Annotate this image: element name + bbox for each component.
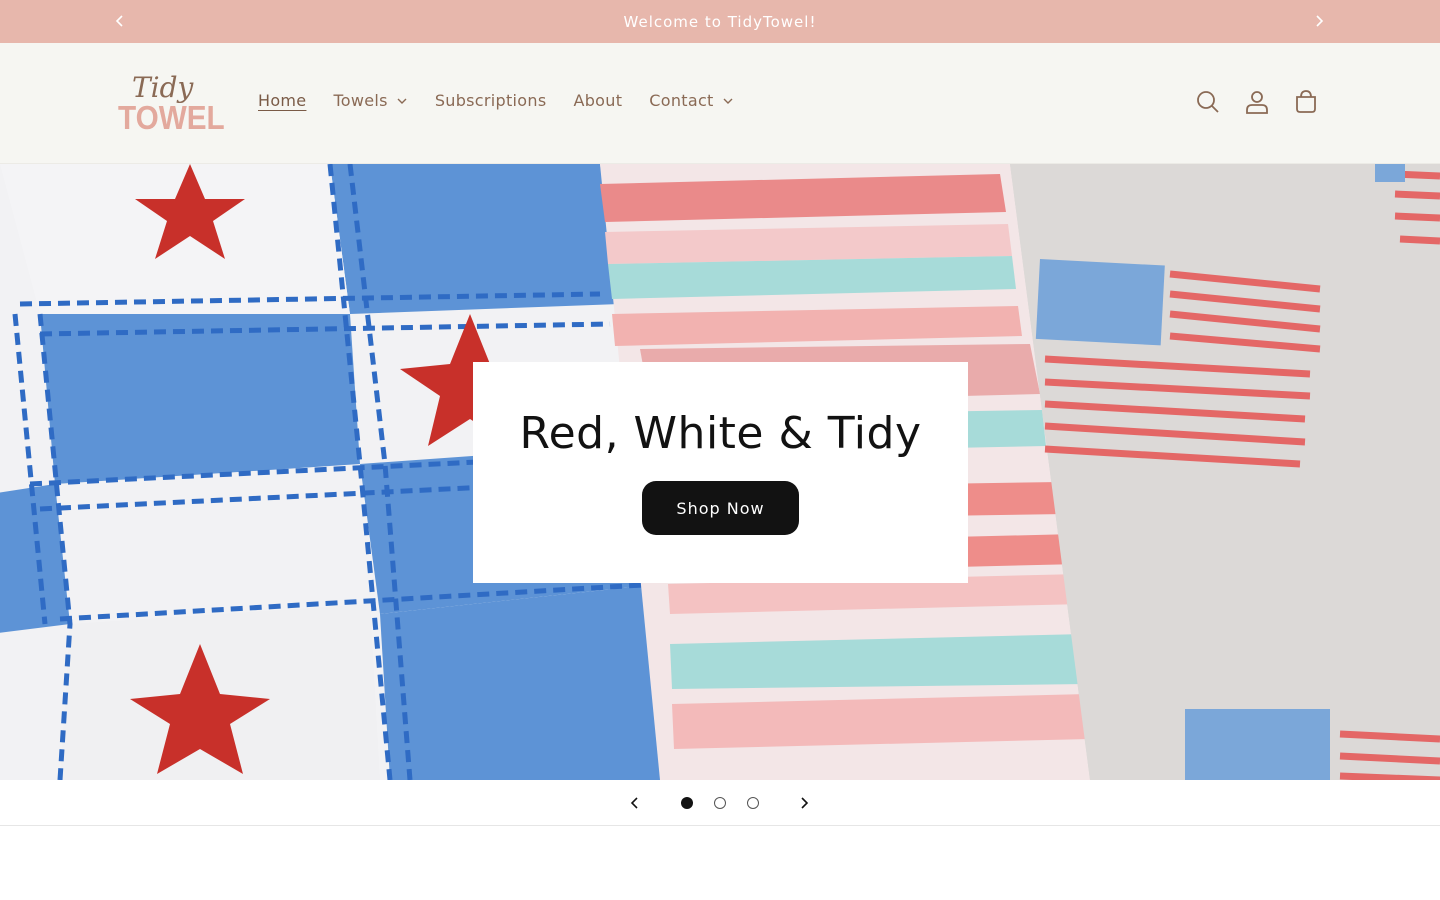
- nav-item-label: About: [573, 91, 623, 110]
- hero-content-box: Red, White & Tidy Shop Now: [473, 362, 968, 583]
- chevron-down-icon: [723, 98, 733, 104]
- nav-item-contact[interactable]: Contact: [649, 91, 733, 110]
- slide-next-button[interactable]: [794, 793, 814, 813]
- chevron-right-icon: [801, 797, 809, 809]
- slide-prev-button[interactable]: [625, 793, 645, 813]
- announcement-text: Welcome to TidyTowel!: [623, 12, 817, 31]
- header-icons: [1194, 88, 1341, 116]
- slider-controls: [0, 780, 1440, 826]
- nav-item-about[interactable]: About: [573, 91, 622, 110]
- slide-dot-1[interactable]: [681, 797, 693, 809]
- nav-item-label: Subscriptions: [434, 91, 547, 110]
- search-button[interactable]: [1194, 88, 1222, 116]
- slide-dot-2[interactable]: [714, 797, 726, 809]
- nav-item-label: Contact: [649, 91, 714, 110]
- chevron-left-icon: [630, 797, 638, 809]
- nav-item-label: Home: [258, 91, 307, 110]
- nav-item-home[interactable]: Home: [258, 91, 306, 110]
- announcement-next-button[interactable]: [1309, 11, 1329, 31]
- account-button[interactable]: [1243, 88, 1271, 116]
- shop-now-button[interactable]: Shop Now: [642, 481, 799, 535]
- announcement-prev-button[interactable]: [110, 11, 130, 31]
- cart-button[interactable]: [1292, 88, 1320, 116]
- nav-item-towels[interactable]: Towels: [333, 91, 407, 110]
- search-icon: [1197, 91, 1219, 113]
- account-icon: [1246, 91, 1268, 114]
- logo-towel-text: TOWEL: [118, 99, 225, 136]
- cart-icon: [1296, 90, 1316, 113]
- nav-item-label: Towels: [333, 91, 388, 110]
- main-nav: Home Towels Subscriptions About Contact: [258, 91, 761, 110]
- announcement-bar: Welcome to TidyTowel!: [0, 0, 1440, 43]
- chevron-down-icon: [397, 98, 407, 104]
- site-header: Tidy TOWEL Home Towels Subscriptions Abo…: [0, 43, 1440, 164]
- next-section: [0, 827, 1440, 900]
- logo[interactable]: Tidy TOWEL: [118, 71, 225, 137]
- hero-slideshow: Red, White & Tidy Shop Now: [0, 164, 1440, 780]
- chevron-left-icon: [115, 15, 123, 27]
- slide-dot-3[interactable]: [747, 797, 759, 809]
- hero-title: Red, White & Tidy: [519, 408, 922, 459]
- chevron-right-icon: [1316, 15, 1324, 27]
- nav-item-subscriptions[interactable]: Subscriptions: [435, 91, 547, 110]
